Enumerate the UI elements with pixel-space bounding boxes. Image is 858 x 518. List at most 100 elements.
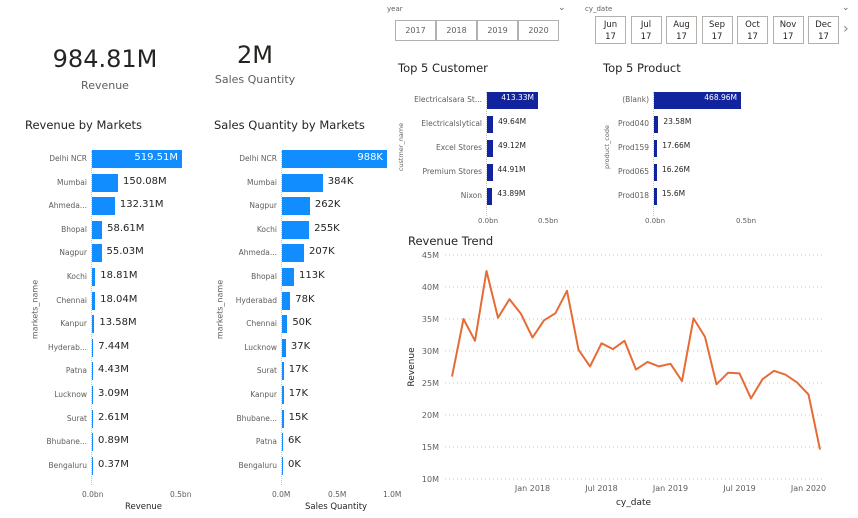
data-label: 49.64M bbox=[498, 117, 527, 126]
data-label: 113K bbox=[299, 270, 325, 281]
data-label: 44.91M bbox=[497, 165, 526, 174]
month-year: 17 bbox=[782, 32, 794, 42]
bar[interactable] bbox=[92, 409, 93, 428]
month-year: 17 bbox=[640, 32, 652, 42]
bar[interactable] bbox=[92, 456, 93, 475]
year-option-2020[interactable]: 2020 bbox=[518, 20, 559, 41]
bar[interactable] bbox=[654, 187, 657, 205]
y-tick-label: 45M bbox=[422, 251, 439, 260]
chevron-right-icon[interactable]: › bbox=[843, 21, 849, 37]
month-option-oct[interactable]: Oct 17 bbox=[737, 16, 768, 44]
bar[interactable] bbox=[282, 244, 304, 263]
month-year: 17 bbox=[605, 32, 616, 42]
bar[interactable] bbox=[487, 139, 494, 157]
category-label: Bhopal bbox=[61, 224, 87, 234]
category-label: Ahmeda... bbox=[238, 248, 277, 258]
bar[interactable] bbox=[282, 456, 283, 475]
revenue-by-markets-xlabel: Revenue bbox=[125, 502, 163, 512]
bar[interactable] bbox=[92, 362, 93, 381]
data-label: 16.26M bbox=[662, 165, 690, 174]
y-tick-label: 30M bbox=[422, 347, 439, 356]
bar[interactable] bbox=[92, 291, 96, 310]
top5-customer-tick-1: 0.5bn bbox=[538, 217, 559, 225]
bar[interactable] bbox=[282, 315, 288, 334]
x-tick-label: Jan 2020 bbox=[790, 484, 826, 493]
data-label: 23.58M bbox=[663, 117, 692, 126]
bar[interactable] bbox=[92, 268, 96, 286]
category-label: Bengaluru bbox=[238, 460, 277, 470]
bar[interactable] bbox=[282, 268, 294, 286]
month-option-jun[interactable]: Jun 17 bbox=[595, 16, 626, 44]
bar[interactable] bbox=[282, 291, 291, 310]
data-label: 15K bbox=[288, 411, 308, 423]
data-label: 150.08M bbox=[122, 175, 167, 187]
bar[interactable] bbox=[282, 433, 283, 452]
bar[interactable] bbox=[654, 163, 658, 181]
data-label: 132.31M bbox=[119, 199, 164, 211]
category-label: Electricalsara St... bbox=[414, 95, 482, 104]
category-label: Kanpur bbox=[250, 390, 277, 399]
bar[interactable] bbox=[282, 409, 284, 428]
bar[interactable] bbox=[282, 197, 310, 216]
bar[interactable] bbox=[487, 187, 493, 205]
bar[interactable] bbox=[92, 315, 95, 334]
data-label: 15.6M bbox=[661, 189, 686, 198]
x-tick-label: Jan 2019 bbox=[652, 484, 688, 493]
qty-axis-tick-2: 1.0M bbox=[383, 490, 402, 499]
bar[interactable] bbox=[92, 197, 115, 216]
bar[interactable] bbox=[654, 115, 659, 133]
bar[interactable] bbox=[282, 338, 286, 357]
revenue-by-markets-title: Revenue by Markets bbox=[25, 118, 143, 132]
category-label: Kanpur bbox=[60, 319, 87, 329]
data-label: 18.81M bbox=[100, 270, 138, 281]
data-label: 3.09M bbox=[98, 388, 129, 399]
month-option-aug[interactable]: Aug 17 bbox=[666, 16, 697, 44]
year-option-2018[interactable]: 2018 bbox=[436, 20, 477, 41]
category-label: Surat bbox=[66, 413, 87, 423]
month-option-nov[interactable]: Nov 17 bbox=[772, 16, 804, 44]
data-label: 0.37M bbox=[98, 458, 129, 470]
bar[interactable] bbox=[92, 433, 93, 452]
revenue-axis-tick-0: 0.0bn bbox=[82, 490, 104, 499]
year-option-2017[interactable]: 2017 bbox=[395, 20, 436, 41]
bar[interactable] bbox=[92, 173, 118, 192]
bar[interactable] bbox=[282, 386, 284, 404]
bar[interactable] bbox=[282, 220, 310, 239]
sales-qty-kpi-label: Sales Quantity bbox=[214, 73, 296, 86]
data-label: 4.43M bbox=[98, 364, 129, 376]
year-option-2019[interactable]: 2019 bbox=[477, 20, 518, 41]
bar[interactable] bbox=[282, 173, 323, 192]
category-label: Nagpur bbox=[59, 248, 87, 258]
y-tick-label: 40M bbox=[422, 283, 439, 292]
bar[interactable] bbox=[487, 163, 493, 181]
bar[interactable] bbox=[92, 386, 93, 404]
y-tick-label: 25M bbox=[422, 379, 439, 388]
category-label: Chennai bbox=[246, 319, 277, 329]
bar[interactable] bbox=[92, 338, 94, 357]
month-option-dec[interactable]: Dec 17 bbox=[808, 16, 839, 44]
category-label: Excel Stores bbox=[436, 143, 482, 152]
month-option-jul[interactable]: Jul 17 bbox=[630, 16, 662, 44]
revenue-trend-chart: 45M 40M 35M 30M 25M 20M 15M 10M Jan 2018 Jul 2018… bbox=[407, 251, 826, 508]
month-option-sep[interactable]: Sep 17 bbox=[701, 16, 733, 44]
bar[interactable] bbox=[282, 362, 284, 381]
data-label: 49.12M bbox=[498, 141, 526, 150]
bar[interactable] bbox=[92, 220, 103, 239]
bar[interactable] bbox=[487, 115, 494, 133]
sales-qty-kpi-value: 2M bbox=[237, 41, 273, 69]
bar[interactable] bbox=[92, 244, 102, 263]
cy-date-slicer-dropdown-icon[interactable]: ⌄ bbox=[842, 3, 850, 13]
data-label: 58.61M bbox=[107, 222, 145, 234]
month-name: Aug bbox=[673, 20, 690, 30]
top5-customer-title: Top 5 Customer bbox=[398, 61, 488, 75]
bar[interactable] bbox=[654, 139, 658, 157]
month-year: 17 bbox=[711, 32, 723, 42]
month-year: 17 bbox=[747, 32, 758, 42]
category-label: Prod040 bbox=[618, 119, 649, 128]
data-label: 13.58M bbox=[99, 317, 137, 329]
data-label: 2.61M bbox=[98, 411, 129, 423]
x-tick-label: Jul 2018 bbox=[584, 484, 618, 493]
category-label: Ahmeda... bbox=[48, 201, 87, 211]
year-slicer-dropdown-icon[interactable]: ⌄ bbox=[558, 3, 566, 13]
category-label: Mumbai bbox=[57, 177, 87, 187]
